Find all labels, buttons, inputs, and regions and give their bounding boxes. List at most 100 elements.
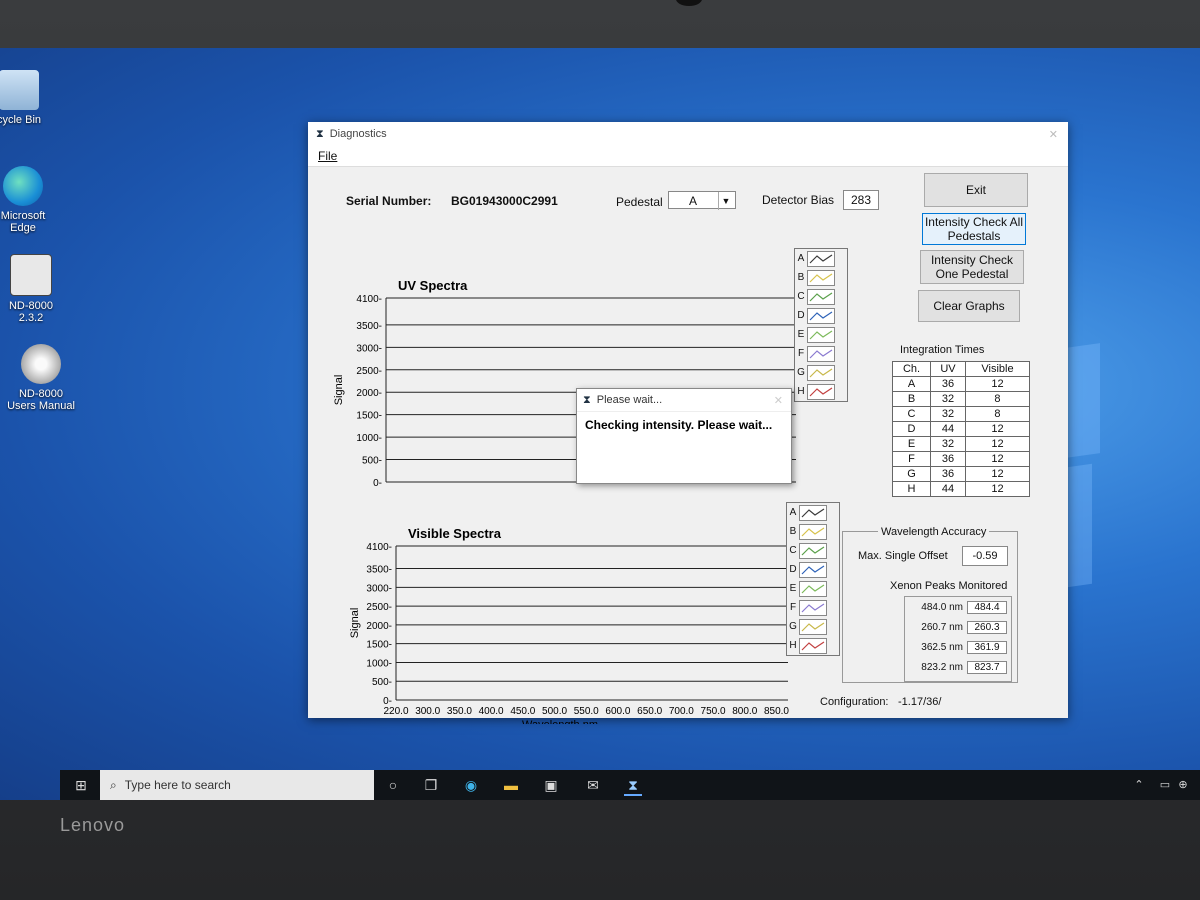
y-tick-label: 4100- [356,294,382,305]
legend-item: F [795,344,847,363]
intensity-check-all-button[interactable]: Intensity Check All Pedestals [922,213,1026,245]
legend-label: C [789,545,797,556]
close-icon[interactable]: ✕ [1049,128,1058,141]
visible-legend: ABCDEFGH [786,502,840,656]
x-tick-label: 600.0 [605,706,630,717]
wavelength-accuracy-title: Wavelength Accuracy [878,526,990,538]
table-row: C 32 8 [891,406,1031,422]
pedestal-value: A [689,194,698,208]
integration-times-table: Ch. UV Visible A 36 12 B 32 8 C 32 8 D 44 12 E 32 12 F 36 1… [891,361,1031,497]
legend-label: C [797,291,805,302]
y-tick-label: 1000- [366,658,392,669]
table-cell: H [891,481,932,497]
legend-label: E [797,329,805,340]
taskbar: ⊞ ⌕ Type here to search ○ ❐ ◉ ▬ ▣ ✉ ⧗ ⌃ … [60,770,1200,800]
table-cell: 36 [930,466,966,482]
table-header-cell: Ch. [891,361,932,377]
x-tick-label: 850.0 [764,706,789,717]
table-header-cell: UV [930,361,966,377]
dialog-title: Please wait... [596,394,663,406]
cortana-icon[interactable]: ○ [384,776,402,794]
legend-item: D [787,560,839,579]
legend-swatch [799,618,827,635]
legend-swatch [807,288,835,305]
max-offset-label: Max. Single Offset [858,550,948,562]
desktop-icon-users-manual[interactable]: ND-8000 Users Manual [6,344,76,412]
taskbar-search-box[interactable]: ⌕ Type here to search [100,770,374,800]
legend-swatch [799,542,827,559]
search-placeholder: Type here to search [124,778,231,792]
legend-label: F [789,602,797,613]
windows-start-icon[interactable]: ⊞ [72,776,90,794]
legend-item: G [795,363,847,382]
xenon-peaks-group: 484.0 nm 484.4 260.7 nm 260.3 362.5 nm 361.9 8… [904,596,1012,682]
peak-measured-value: 823.7 [967,660,1007,674]
y-tick-label: 1500- [356,411,382,422]
task-view-icon[interactable]: ❐ [422,776,440,794]
mail-icon[interactable]: ✉ [584,776,602,794]
x-tick-label: 220.0 [383,706,408,717]
pedestal-select[interactable]: A ▼ [668,191,736,210]
desktop-icon-label: ND-8000 2.3.2 [8,300,54,324]
table-cell: 12 [964,466,1031,482]
please-wait-dialog: ⧗ Please wait... ✕ Checking intensity. P… [576,388,792,484]
pedestal-label: Pedestal [616,195,663,209]
table-row: F 36 12 [891,451,1031,467]
store-icon[interactable]: ▣ [542,776,560,794]
app-hourglass-icon: ⧗ [316,127,324,140]
menubar: File [308,146,1068,167]
desktop-icon-recycle-bin[interactable]: cycle Bin [0,70,54,126]
x-tick-label: 700.0 [669,706,694,717]
close-icon[interactable]: ✕ [774,394,783,407]
legend-swatch [807,364,835,381]
legend-label: A [789,507,797,518]
chart-title: Visible Spectra [408,526,502,541]
legend-label: H [797,386,805,397]
menu-file[interactable]: File [318,149,337,163]
window-titlebar[interactable]: ⧗ Diagnostics ✕ [308,122,1068,146]
x-tick-label: 400.0 [479,706,504,717]
legend-label: B [789,526,797,537]
edge-icon[interactable]: ◉ [462,776,480,794]
legend-label: D [797,310,805,321]
laptop-brand: Lenovo [60,815,126,835]
table-cell: 44 [930,481,966,497]
xenon-peak-row: 260.7 nm 260.3 [905,617,1011,637]
x-tick-label: 500.0 [542,706,567,717]
chart-title: UV Spectra [398,278,468,293]
legend-swatch [799,561,827,578]
y-tick-label: 2000- [356,388,382,399]
legend-item: D [795,306,847,325]
legend-item: F [787,598,839,617]
file-explorer-icon[interactable]: ▬ [502,776,520,794]
exit-button[interactable]: Exit [924,173,1028,207]
intensity-check-one-button[interactable]: Intensity Check One Pedestal [920,250,1024,284]
clear-graphs-button[interactable]: Clear Graphs [918,290,1020,322]
desktop-icon-nd8000[interactable]: ND-8000 2.3.2 [0,254,66,324]
table-cell: 36 [930,376,966,392]
desktop-icon-label: Microsoft Edge [0,210,46,234]
table-row: H 44 12 [891,481,1031,497]
desktop-icon-edge[interactable]: Microsoft Edge [0,166,58,234]
y-tick-label: 3000- [356,343,382,354]
globe-icon[interactable]: ⊕ [1174,776,1192,794]
detector-bias-field[interactable]: 283 [843,190,879,210]
integration-times-title: Integration Times [900,344,985,356]
table-row: E 32 12 [891,436,1031,452]
nd8000-taskbar-icon[interactable]: ⧗ [624,776,642,796]
peak-wavelength-label: 260.7 nm [921,621,963,633]
dialog-titlebar[interactable]: ⧗ Please wait... ✕ [577,389,791,412]
x-axis-label: Wavelength nm [522,719,598,724]
max-offset-field: -0.59 [962,546,1008,566]
y-tick-label: 2000- [366,621,392,632]
peak-measured-value: 260.3 [967,620,1007,634]
y-tick-label: 1000- [356,433,382,444]
system-tray-icon[interactable]: ⌃ [1130,776,1148,794]
window-title: Diagnostics [329,128,387,140]
y-tick-label: 3000- [366,583,392,594]
x-tick-label: 750.0 [701,706,726,717]
legend-item: H [787,636,839,655]
table-header-row: Ch. UV Visible [891,361,1031,377]
y-tick-label: 2500- [366,602,392,613]
network-icon[interactable]: ▭ [1156,776,1174,794]
